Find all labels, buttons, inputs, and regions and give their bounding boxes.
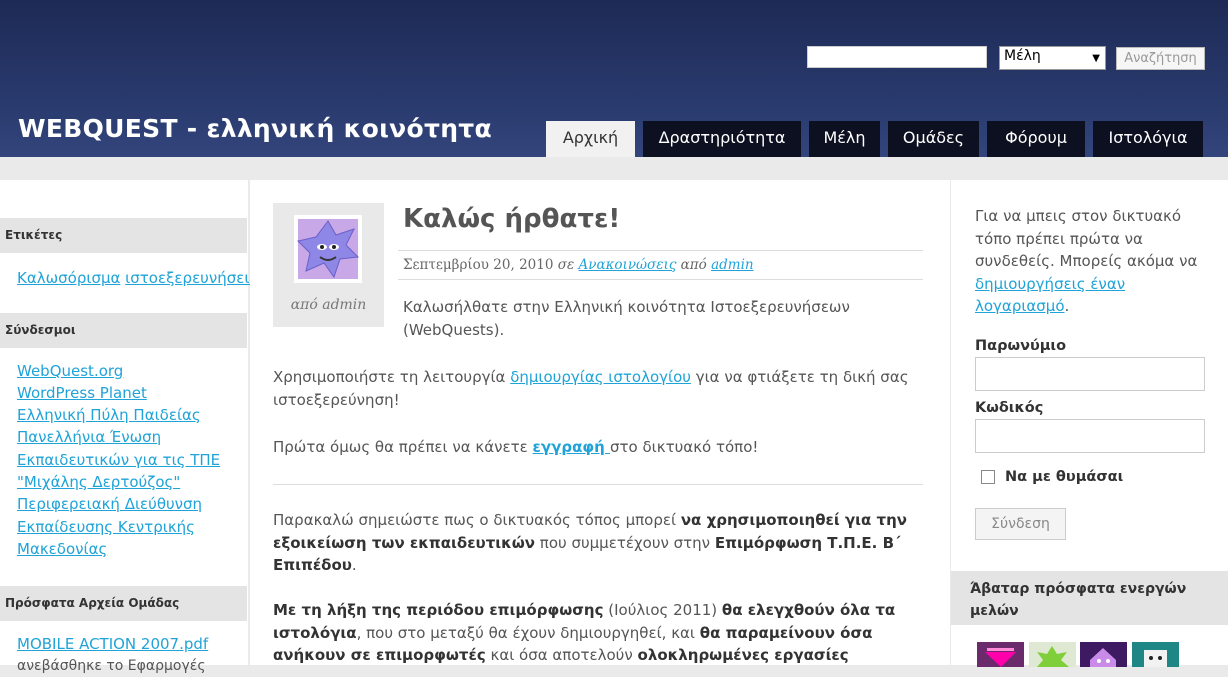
username-field[interactable]	[975, 357, 1205, 391]
text-span: στο δικτυακό τόπο!	[610, 438, 759, 456]
blogroll-link[interactable]: Εκπαίδευσης Κεντρικής	[17, 516, 195, 538]
text-span: (Ιούλιος 2011)	[603, 601, 722, 619]
tab-members[interactable]: Μέλη	[809, 121, 880, 157]
group-file-link[interactable]: MOBILE ACTION 2007.pdf	[17, 633, 208, 655]
text-line: ιστοεξερεύνηση!	[273, 390, 400, 409]
remember-me-label[interactable]: Να με θυμάσαι	[1005, 469, 1123, 485]
avatar-icon	[297, 219, 360, 279]
left-sidebar: Ετικέτες Καλωσόρισμα ιστοεξερευνήσεις Σύ…	[0, 180, 258, 674]
post-intro-line: Καλωσήλθατε στην Ελληνική κοινότητα Ιστο…	[403, 298, 850, 316]
text-span: , που στο μεταξύ θα έχουν δημιουργηθεί, …	[356, 623, 700, 642]
text-span: που συμμετέχουν στην	[535, 533, 715, 552]
tab-activity[interactable]: Δραστηριότητα	[643, 121, 801, 157]
password-label: Κωδικός	[975, 400, 1044, 416]
username-label: Παρωνύμιο	[975, 338, 1067, 354]
search-button[interactable]: Αναζήτηση	[1116, 47, 1205, 70]
bold-text: Με τη λήξη της περιόδου επιμόρφωσης	[273, 601, 604, 619]
blogroll-link[interactable]: Πανελλήνια Ένωση	[17, 426, 161, 448]
text-span: .	[1064, 297, 1070, 315]
bold-text: ανήκουν σε επιμορφωτές	[273, 646, 486, 664]
avatars-widget-title: Άβαταρ πρόσφατα ενεργών μελών	[970, 581, 1187, 619]
bold-text: ολοκληρωμένες εργασίες	[637, 646, 849, 664]
site-header: Μέλη ▼ Αναζήτηση WEBQUEST - ελληνική κοι…	[0, 0, 1228, 157]
tags-widget-title: Ετικέτες	[0, 218, 247, 253]
avatar-icon	[977, 642, 1024, 667]
remember-me-checkbox[interactable]	[981, 470, 995, 484]
post-paragraph-register: Πρώτα όμως θα πρέπει να κάνετε εγγραφή σ…	[273, 436, 758, 459]
bold-text: ιστολόγια	[273, 623, 357, 642]
chevron-down-icon: ▼	[1092, 53, 1100, 64]
search-input[interactable]	[807, 46, 987, 68]
post-author-link[interactable]: admin	[711, 257, 754, 273]
login-intro: Για να μπεις στον δικτυακό τόπο πρέπει π…	[975, 205, 1210, 318]
member-avatar[interactable]	[1080, 642, 1127, 667]
tag-link[interactable]: ιστοεξερευνήσεις	[125, 269, 258, 287]
text-span: Για να μπεις στον δικτυακό τόπο πρέπει π…	[975, 207, 1198, 270]
right-sidebar: Για να μπεις στον δικτυακό τόπο πρέπει π…	[951, 180, 1228, 667]
blogroll-link[interactable]: Εκπαιδευτικών για τις ΤΠΕ	[17, 449, 220, 471]
site-title[interactable]: WEBQUEST - ελληνική κοινότητα	[18, 114, 492, 143]
create-account-link[interactable]: δημιουργήσεις έναν λογαριασμό	[975, 275, 1125, 316]
text-span: Πρώτα όμως θα πρέπει να κάνετε	[273, 438, 533, 456]
bold-text: εξοικείωση των εκπαιδευτικών	[273, 533, 536, 552]
tab-forums[interactable]: Φόρουμ	[987, 121, 1085, 157]
text-span: Παρακαλώ σημειώστε πως ο δικτυακός τόπος…	[273, 511, 681, 529]
tag-link[interactable]: Καλωσόρισμα	[17, 269, 120, 287]
blogroll-link[interactable]: WebQuest.org	[17, 360, 123, 382]
post-category-link[interactable]: Ανακοινώσεις	[579, 257, 677, 273]
blogroll-link[interactable]: Περιφερειακή Διεύθυνση	[17, 493, 202, 515]
tag-cloud: Καλωσόρισμα ιστοεξερευνήσεις	[17, 267, 258, 289]
blogroll-link[interactable]: WordPress Planet	[17, 382, 147, 404]
avatar-icon	[1132, 642, 1179, 667]
post-author-box: από admin	[273, 203, 384, 327]
text-span: και όσα αποτελούν	[485, 646, 638, 664]
post-paragraph-notice: Παρακαλώ σημειώστε πως ο δικτυακός τόπος…	[273, 509, 923, 577]
tab-groups[interactable]: Ομάδες	[888, 121, 979, 157]
member-avatar[interactable]	[1029, 642, 1076, 667]
bold-text: να χρησιμοποιηθεί για την	[680, 511, 908, 529]
post-paragraph-review: Με τη λήξη της περιόδου επιμόρφωσης (Ιού…	[273, 599, 933, 667]
member-avatar[interactable]	[1132, 642, 1179, 667]
post-title[interactable]: Καλώς ήρθατε!	[403, 204, 620, 234]
tab-blogs[interactable]: Ιστολόγια	[1093, 121, 1203, 157]
post-intro-line: (WebQuests).	[403, 320, 505, 339]
tab-home[interactable]: Αρχική	[546, 121, 635, 157]
text-span: για να φτιάξετε τη δική σας	[690, 368, 909, 386]
login-button[interactable]: Σύνδεση	[975, 508, 1066, 540]
avatar-author-caption: από admin	[290, 297, 367, 313]
blogroll-link[interactable]: Ελληνική Πύλη Παιδείας	[17, 404, 201, 426]
register-link[interactable]: εγγραφή	[533, 438, 610, 456]
group-files-widget-title: Πρόσφατα Αρχεία Ομάδας	[0, 586, 247, 621]
bold-text: Επιμόρφωση Τ.Π.Ε. Β΄	[714, 533, 901, 552]
post-paragraph-blog: Χρησιμοποιήστε τη λειτουργία δημιουργίας…	[273, 366, 909, 411]
post-meta-in: σε	[557, 257, 575, 273]
avatar-icon	[1080, 642, 1127, 667]
member-avatar[interactable]	[977, 642, 1024, 667]
password-field[interactable]	[975, 419, 1205, 453]
divider	[273, 484, 923, 485]
bold-text: θα ελεγχθούν όλα τα	[721, 601, 896, 619]
post-meta-by: από	[680, 257, 707, 273]
bold-text: θα παραμείνουν όσα	[699, 623, 873, 642]
create-blog-link[interactable]: δημιουργίας ιστολογίου	[510, 368, 691, 386]
search-scope-select[interactable]: Μέλη ▼	[999, 46, 1106, 70]
text-span: Χρησιμοποιήστε τη λειτουργία	[273, 368, 511, 386]
blogroll-link[interactable]: Μακεδονίας	[17, 538, 107, 560]
links-widget-title: Σύνδεσμοι	[0, 313, 247, 348]
search-scope-value: Μέλη	[1004, 48, 1041, 64]
author-avatar[interactable]	[294, 215, 362, 283]
main-content: από admin Καλώς ήρθατε! Σεπτεμβρίου 20, …	[250, 180, 950, 665]
group-file-caption: ανεβάσθηκε το Εφαρμογές	[17, 658, 206, 674]
post-date: Σεπτεμβρίου 20, 2010	[403, 257, 554, 273]
post-intro: Καλωσήλθατε στην Ελληνική κοινότητα Ιστο…	[403, 296, 850, 341]
blogroll-link[interactable]: "Μιχάλης Δερτούζος"	[17, 471, 180, 493]
bold-text: Επιπέδου	[273, 556, 352, 574]
post-meta: Σεπτεμβρίου 20, 2010 σε Ανακοινώσεις από…	[398, 250, 923, 280]
text-span: .	[351, 556, 357, 574]
avatar-icon	[1029, 642, 1076, 667]
